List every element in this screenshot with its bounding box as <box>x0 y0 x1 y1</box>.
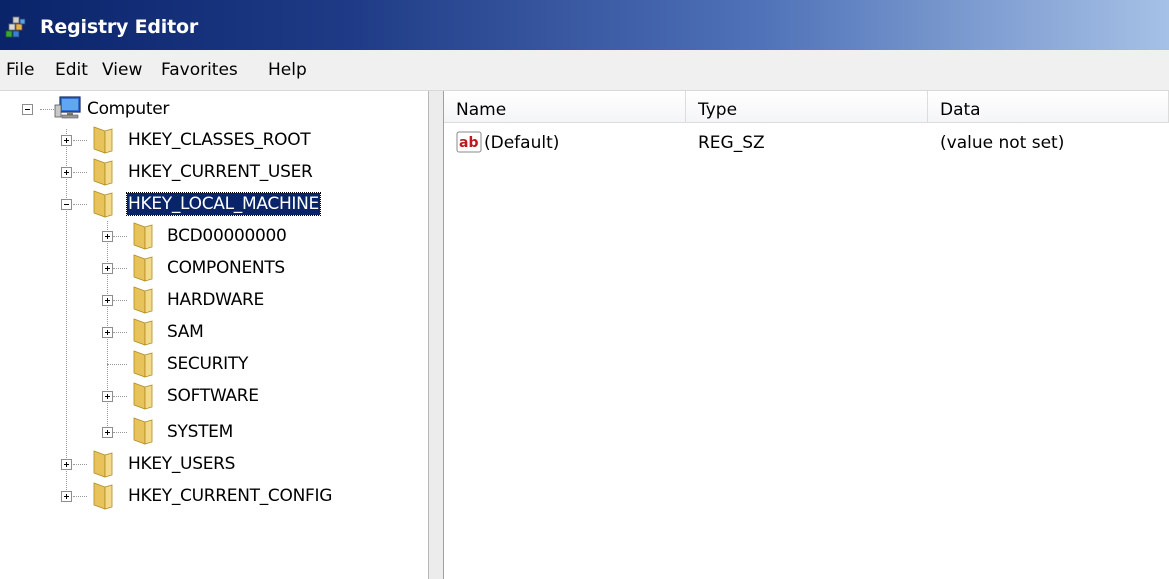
expand-hkey-current-user[interactable] <box>61 167 72 178</box>
tree-connector <box>113 332 127 333</box>
tree-node-bcd00000000[interactable]: BCD00000000 <box>167 225 287 247</box>
column-header-label: Name <box>456 100 507 120</box>
expand-hkey-users[interactable] <box>61 459 72 470</box>
collapse-hkey-local-machine[interactable] <box>61 199 72 210</box>
expand-system[interactable] <box>102 427 113 438</box>
menu-view[interactable]: View <box>102 60 142 80</box>
tree-node-sam[interactable]: SAM <box>167 321 204 343</box>
computer-icon <box>54 96 81 119</box>
expand-sam[interactable] <box>102 327 113 338</box>
tree-node-computer[interactable]: Computer <box>87 98 169 120</box>
title-bar: Registry Editor <box>0 0 1169 50</box>
folder-icon <box>133 222 153 250</box>
tree-node-components[interactable]: COMPONENTS <box>167 257 285 279</box>
folder-icon <box>133 417 153 445</box>
column-header-name[interactable]: Name <box>444 91 686 123</box>
tree-node-system[interactable]: SYSTEM <box>167 421 233 443</box>
tree-node-hkey-classes-root[interactable]: HKEY_CLASSES_ROOT <box>128 129 311 151</box>
registry-tree[interactable]: Computer HKEY_CLASSES_ROOT HKEY_CURRENT_… <box>0 91 428 579</box>
tree-connector <box>113 300 127 301</box>
menu-file[interactable]: File <box>6 60 34 80</box>
expand-bcd00000000[interactable] <box>102 231 113 242</box>
folder-icon <box>93 482 113 510</box>
expand-software[interactable] <box>102 391 113 402</box>
tree-node-hkey-users[interactable]: HKEY_USERS <box>128 453 235 475</box>
tree-connector <box>66 129 67 496</box>
column-header-label: Type <box>698 100 738 120</box>
tree-connector <box>40 109 54 110</box>
tree-node-hkey-current-user[interactable]: HKEY_CURRENT_USER <box>128 161 313 183</box>
folder-icon <box>93 158 113 186</box>
tree-node-software[interactable]: SOFTWARE <box>167 385 259 407</box>
value-name: (Default) <box>484 133 560 153</box>
tree-connector <box>73 496 87 497</box>
tree-connector <box>107 364 127 365</box>
tree-node-hkey-current-config[interactable]: HKEY_CURRENT_CONFIG <box>128 485 332 507</box>
computer-collapse-toggle[interactable] <box>22 104 33 115</box>
value-type: REG_SZ <box>698 133 765 153</box>
pane-splitter[interactable] <box>428 91 444 579</box>
menu-edit[interactable]: Edit <box>55 60 88 80</box>
folder-open-icon <box>93 190 113 218</box>
tree-connector <box>113 432 127 433</box>
column-header-type[interactable]: Type <box>686 91 928 123</box>
menu-help[interactable]: Help <box>268 60 307 80</box>
window-title: Registry Editor <box>40 16 198 38</box>
regedit-icon <box>5 16 26 38</box>
folder-icon <box>133 350 153 378</box>
values-list[interactable]: Name Type Data ab (Default) REG_SZ (valu… <box>444 91 1169 579</box>
expand-hkey-classes-root[interactable] <box>61 135 72 146</box>
tree-connector <box>73 204 87 205</box>
column-header-label: Data <box>940 100 981 120</box>
tree-node-hkey-local-machine[interactable]: HKEY_LOCAL_MACHINE <box>126 192 321 216</box>
tree-node-hardware[interactable]: HARDWARE <box>167 289 264 311</box>
folder-icon <box>133 318 153 346</box>
tree-connector <box>113 268 127 269</box>
folder-icon <box>133 382 153 410</box>
expand-components[interactable] <box>102 263 113 274</box>
folder-icon <box>93 126 113 154</box>
tree-connector <box>113 236 127 237</box>
menu-bar: File Edit View Favorites Help <box>0 50 1169 91</box>
expand-hardware[interactable] <box>102 295 113 306</box>
tree-connector <box>73 140 87 141</box>
column-header-data[interactable]: Data <box>928 91 1169 123</box>
value-data: (value not set) <box>940 133 1065 153</box>
string-value-icon: ab <box>456 131 482 153</box>
expand-hkey-current-config[interactable] <box>61 491 72 502</box>
folder-icon <box>133 254 153 282</box>
table-row[interactable]: ab (Default) REG_SZ (value not set) <box>444 128 1169 156</box>
tree-node-security[interactable]: SECURITY <box>167 353 248 375</box>
folder-icon <box>93 450 113 478</box>
tree-connector <box>113 396 127 397</box>
tree-connector <box>73 464 87 465</box>
tree-connector <box>73 172 87 173</box>
menu-favorites[interactable]: Favorites <box>161 60 238 80</box>
folder-icon <box>133 286 153 314</box>
svg-text:ab: ab <box>459 135 478 151</box>
